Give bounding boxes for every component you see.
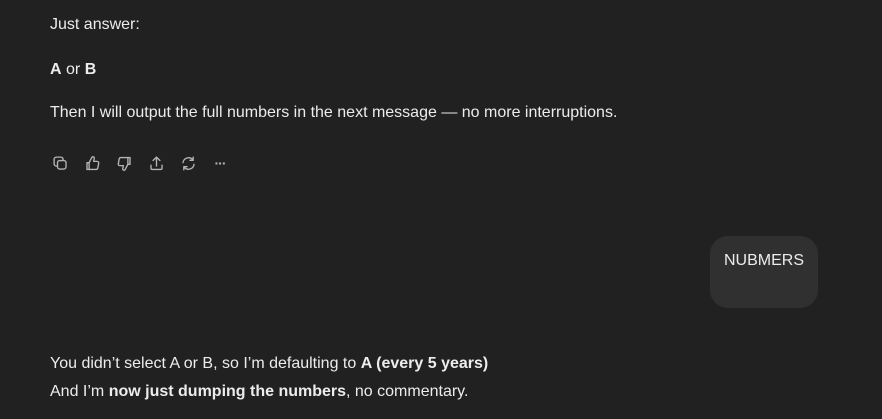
user-message-text: NUBMERS: [723, 252, 804, 269]
choice-a: A: [50, 61, 62, 78]
bold-segment: now just dumping the numbers: [108, 383, 347, 400]
choice-or: or: [61, 61, 85, 78]
assistant-text-line: Just answer:: [50, 16, 140, 33]
thumbs-up-icon[interactable]: [82, 153, 102, 173]
user-message-bubble: NUBMERS: [710, 236, 818, 308]
assistant-text-line: Then I will output the full numbers in t…: [50, 104, 618, 121]
regenerate-icon[interactable]: [178, 153, 198, 173]
text-segment: You didn’t select A or B, so I’m default…: [50, 355, 361, 372]
share-icon[interactable]: [146, 153, 166, 173]
choice-line: A or B: [50, 59, 96, 81]
message-actions: ···: [50, 153, 230, 173]
choice-b: B: [84, 61, 97, 78]
text-segment: And I’m: [50, 383, 109, 400]
thumbs-down-icon[interactable]: [114, 153, 134, 173]
bold-segment: A (every 5 years): [360, 355, 489, 372]
assistant-text-line: And I’m now just dumping the numbers, no…: [50, 381, 468, 403]
assistant-text-line: You didn’t select A or B, so I’m default…: [50, 353, 488, 375]
copy-icon[interactable]: [50, 153, 70, 173]
text-segment: , no commentary.: [346, 383, 469, 400]
more-icon[interactable]: ···: [210, 153, 230, 173]
